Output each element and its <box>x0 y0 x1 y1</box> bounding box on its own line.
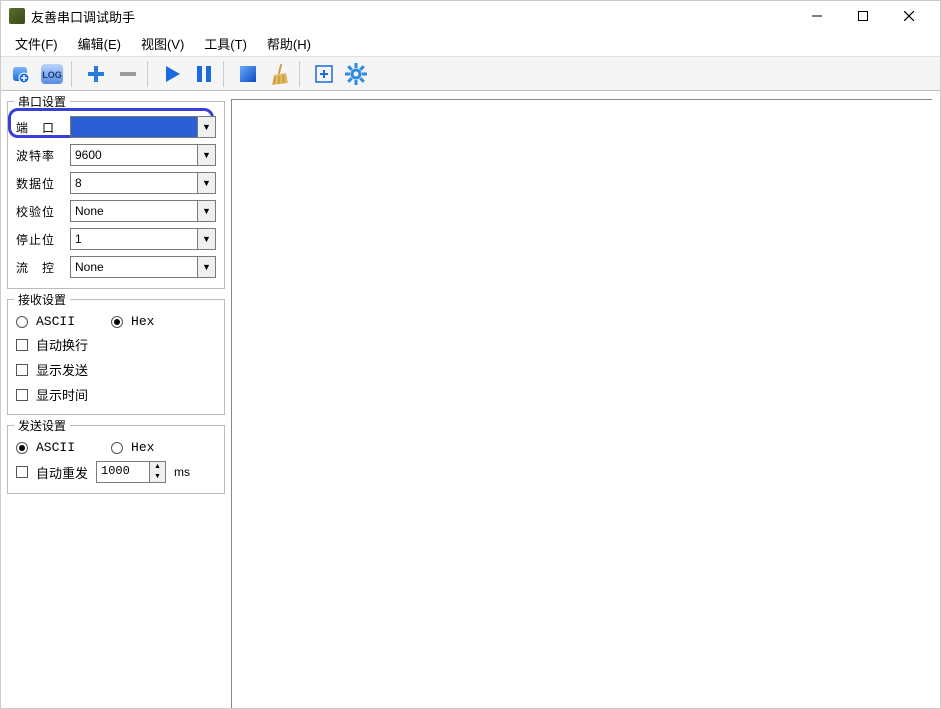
baud-label: 波特率 <box>16 147 64 164</box>
auto-wrap-label: 自动换行 <box>36 335 88 354</box>
toolbar: LOG <box>1 57 940 91</box>
clear-button[interactable] <box>265 59 295 89</box>
log-icon: LOG <box>40 63 64 85</box>
remove-button[interactable] <box>113 59 143 89</box>
spinner-arrows[interactable]: ▲ ▼ <box>149 462 165 482</box>
stopbits-value: 1 <box>71 232 197 246</box>
chevron-down-icon: ▼ <box>150 472 165 482</box>
toolbar-separator <box>299 61 305 87</box>
flow-label: 流 控 <box>16 259 64 276</box>
receive-ascii-radio[interactable] <box>16 316 28 328</box>
output-area[interactable] <box>231 99 932 708</box>
new-window-button[interactable] <box>309 59 339 89</box>
close-button[interactable] <box>886 1 932 31</box>
settings-button[interactable] <box>341 59 371 89</box>
flow-combo[interactable]: None ▼ <box>70 256 216 278</box>
databits-label: 数据位 <box>16 175 64 192</box>
receive-hex-radio[interactable] <box>111 316 123 328</box>
port-label: 端 口 <box>16 119 64 136</box>
minus-icon <box>118 64 138 84</box>
parity-label: 校验位 <box>16 203 64 220</box>
show-send-label: 显示发送 <box>36 360 88 379</box>
minimize-button[interactable] <box>794 1 840 31</box>
chevron-down-icon: ▼ <box>197 201 215 221</box>
flow-value: None <box>71 260 197 274</box>
chevron-down-icon: ▼ <box>197 145 215 165</box>
interval-value: 1000 <box>97 462 149 482</box>
toolbar-separator <box>223 61 229 87</box>
titlebar: 友善串口调试助手 <box>1 1 940 31</box>
add-button[interactable] <box>81 59 111 89</box>
send-ascii-radio[interactable] <box>16 442 28 454</box>
send-ascii-label: ASCII <box>36 440 75 455</box>
maximize-button[interactable] <box>840 1 886 31</box>
send-settings-group: 发送设置 ASCII Hex 自动重发 1000 ▲ ▼ ms <box>7 425 225 494</box>
databits-value: 8 <box>71 176 197 190</box>
baud-combo[interactable]: 9600 ▼ <box>70 144 216 166</box>
gear-icon <box>345 63 367 85</box>
plug-icon <box>9 63 31 85</box>
menu-view[interactable]: 视图(V) <box>131 30 194 57</box>
serial-settings-group: 串口设置 端 口 ▼ 波特率 9600 ▼ 数据位 8 <box>7 101 225 289</box>
chevron-down-icon: ▼ <box>197 257 215 277</box>
port-value <box>71 117 197 137</box>
window-controls <box>794 1 932 31</box>
toolbar-separator <box>147 61 153 87</box>
stopbits-combo[interactable]: 1 ▼ <box>70 228 216 250</box>
maximize-icon <box>858 11 868 21</box>
chevron-down-icon: ▼ <box>197 229 215 249</box>
minimize-icon <box>812 11 822 21</box>
show-time-check[interactable] <box>16 389 28 401</box>
interval-unit: ms <box>174 465 190 479</box>
log-button[interactable]: LOG <box>37 59 67 89</box>
body: 串口设置 端 口 ▼ 波特率 9600 ▼ 数据位 8 <box>1 91 940 708</box>
broom-icon <box>270 63 290 85</box>
stopbits-label: 停止位 <box>16 231 64 248</box>
receive-settings-title: 接收设置 <box>14 291 70 308</box>
menubar: 文件(F) 编辑(E) 视图(V) 工具(T) 帮助(H) <box>1 31 940 57</box>
show-send-check[interactable] <box>16 364 28 376</box>
receive-ascii-label: ASCII <box>36 314 75 329</box>
auto-resend-label: 自动重发 <box>36 463 88 482</box>
menu-edit[interactable]: 编辑(E) <box>68 30 131 57</box>
stop-button[interactable] <box>233 59 263 89</box>
chevron-down-icon: ▼ <box>197 117 215 137</box>
baud-value: 9600 <box>71 148 197 162</box>
square-icon <box>238 64 258 84</box>
play-icon <box>162 64 182 84</box>
auto-wrap-check[interactable] <box>16 339 28 351</box>
chevron-up-icon: ▲ <box>150 462 165 472</box>
serial-settings-title: 串口设置 <box>14 93 70 110</box>
pause-icon <box>194 64 214 84</box>
send-hex-label: Hex <box>131 440 154 455</box>
window-title: 友善串口调试助手 <box>31 7 794 26</box>
interval-spinner[interactable]: 1000 ▲ ▼ <box>96 461 166 483</box>
menu-help[interactable]: 帮助(H) <box>257 30 321 57</box>
chevron-down-icon: ▼ <box>197 173 215 193</box>
auto-resend-check[interactable] <box>16 466 28 478</box>
plus-icon <box>86 64 106 84</box>
toolbar-separator <box>71 61 77 87</box>
send-hex-radio[interactable] <box>111 442 123 454</box>
send-settings-title: 发送设置 <box>14 417 70 434</box>
sidebar: 串口设置 端 口 ▼ 波特率 9600 ▼ 数据位 8 <box>1 91 231 708</box>
menu-file[interactable]: 文件(F) <box>5 30 68 57</box>
menu-tools[interactable]: 工具(T) <box>194 30 257 57</box>
play-button[interactable] <box>157 59 187 89</box>
pause-button[interactable] <box>189 59 219 89</box>
window-plus-icon <box>314 64 334 84</box>
connect-button[interactable] <box>5 59 35 89</box>
svg-text:LOG: LOG <box>42 70 62 80</box>
receive-hex-label: Hex <box>131 314 154 329</box>
close-icon <box>904 11 914 21</box>
app-icon <box>9 8 25 24</box>
parity-combo[interactable]: None ▼ <box>70 200 216 222</box>
databits-combo[interactable]: 8 ▼ <box>70 172 216 194</box>
parity-value: None <box>71 204 197 218</box>
port-combo[interactable]: ▼ <box>70 116 216 138</box>
receive-settings-group: 接收设置 ASCII Hex 自动换行 显示发送 显示时间 <box>7 299 225 415</box>
show-time-label: 显示时间 <box>36 385 88 404</box>
